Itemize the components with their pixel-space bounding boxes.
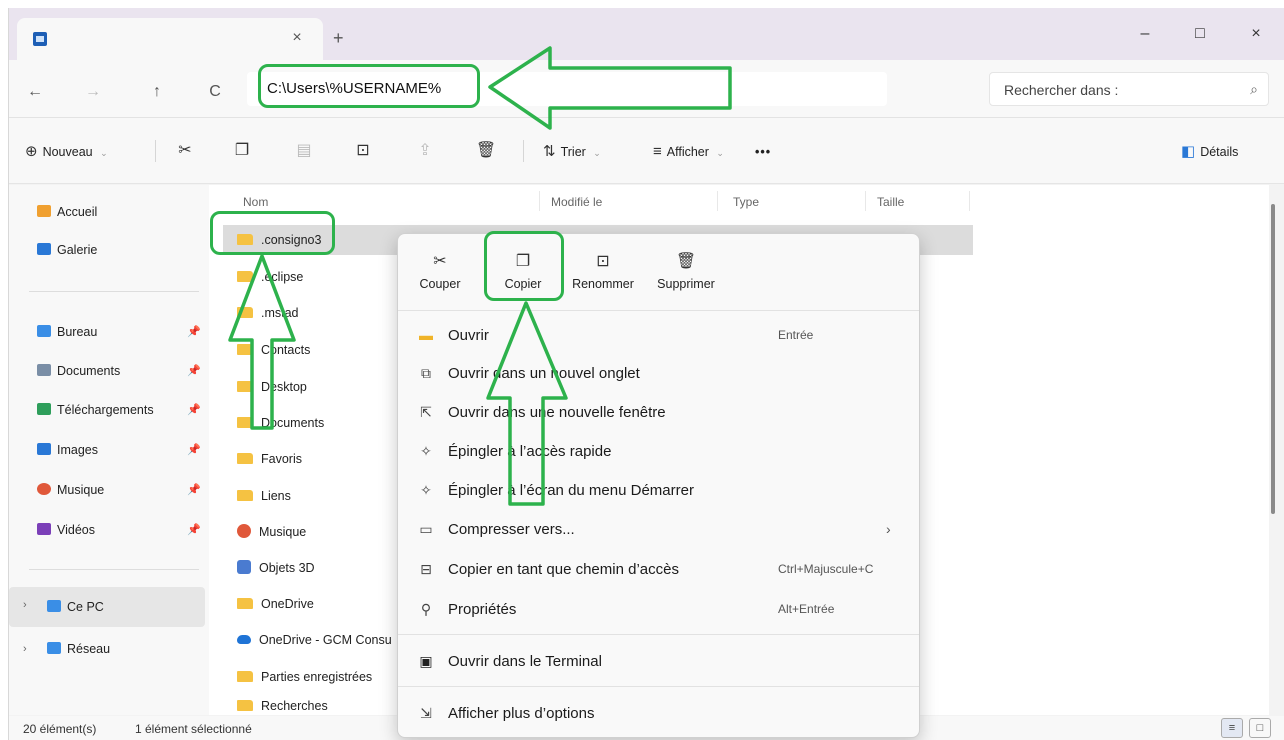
annotation-arrows	[228, 46, 732, 506]
arrow-up-icon	[486, 301, 568, 506]
arrow-left-icon	[488, 46, 732, 130]
arrow-up-icon	[228, 254, 296, 430]
